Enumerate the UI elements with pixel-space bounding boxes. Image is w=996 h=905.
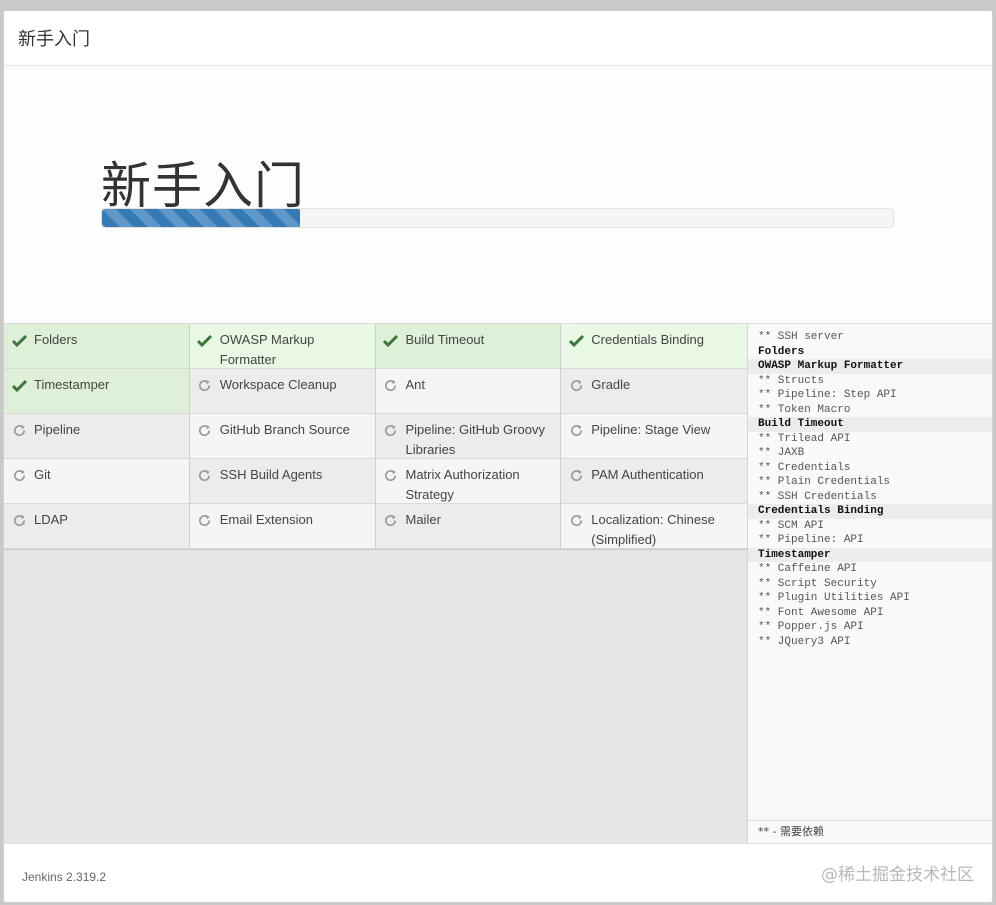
plugin-item: Pipeline: GitHub Groovy Libraries [375,414,562,459]
plugin-item: Mailer [375,504,562,549]
plugin-name: Email Extension [219,512,313,527]
plugin-name: Pipeline [34,422,81,437]
log-plugin-heading: Credentials Binding [748,504,992,519]
log-plugin-heading: OWASP Markup Formatter [748,359,992,374]
plugin-item: Timestamper [4,369,190,414]
log-dependency-line: ** Structs [758,374,825,387]
log-dependency-line: ** SCM API [758,519,825,532]
plugin-item: Pipeline: Stage View [561,414,747,459]
log-dependency-line: ** Script Security [758,577,877,590]
plugin-item: Pipeline [4,414,190,459]
check-icon [10,376,28,394]
watermark: @稀土掘金技术社区 [821,865,974,885]
refresh-icon [567,511,585,529]
plugin-item: GitHub Branch Source [189,414,376,459]
check-icon [382,331,400,349]
refresh-icon [196,376,214,394]
log-plugin-heading: Build Timeout [748,417,992,432]
plugin-name: Build Timeout [405,332,485,347]
plugin-name: GitHub Branch Source [219,422,350,437]
refresh-icon [196,466,214,484]
refresh-icon [10,466,28,484]
plugin-name: Localization: Chinese (Simplified) [591,512,715,547]
refresh-icon [382,466,400,484]
plugin-item: LDAP [4,504,190,549]
log-dependency-line: ** SSH Credentials [758,490,877,503]
log-dependency-line: ** Caffeine API [758,563,858,575]
refresh-icon [382,511,400,529]
plugin-name: Ant [405,377,426,392]
log-dependency-line: ** Token Macro [758,403,851,416]
refresh-icon [10,421,28,439]
log-dependency-line: ** Plugin Utilities API [758,592,910,604]
plugin-name: Gradle [591,377,631,392]
log-dependency-line: ** Credentials [758,461,851,474]
log-dependency-line: ** Pipeline: API [758,534,864,546]
plugin-item: Workspace Cleanup [189,369,376,414]
plugin-name: Pipeline: Stage View [591,422,711,437]
check-icon [567,331,585,349]
plugin-name: LDAP [34,512,68,527]
plugin-item: SSH Build Agents [189,459,376,504]
plugin-name: Mailer [405,512,441,527]
refresh-icon [196,511,214,529]
plugin-grid: Folders OWASP Markup Formatter Build Timeo… [4,324,747,843]
refresh-icon [382,376,400,394]
refresh-icon [567,421,585,439]
plugin-name: PAM Authentication [591,467,704,482]
check-icon [196,331,214,349]
jenkins-version: Jenkins 2.319.2 [22,870,107,884]
plugin-item: PAM Authentication [561,459,747,504]
refresh-icon [196,421,214,439]
check-icon [10,331,28,349]
plugin-item: OWASP Markup Formatter [189,324,376,369]
install-log-panel[interactable]: ** SSH server Folders OWASP Markup Formatt… [747,324,992,843]
install-progress-bar [101,208,894,228]
plugin-item: Credentials Binding [561,324,747,369]
install-content: Folders OWASP Markup Formatter Build Timeo… [4,324,992,843]
plugin-item: Git [4,459,190,504]
log-dependency-line: ** Font Awesome API [758,606,884,619]
log-dependency-line: ** Popper.js API [758,621,864,633]
plugin-name: SSH Build Agents [219,467,323,482]
plugin-name: Git [34,467,51,482]
log-dependency-line: ** Trilead API [758,432,851,445]
plugin-name: Timestamper [34,377,110,392]
plugin-name: Credentials Binding [591,332,704,347]
plugin-name: Pipeline: GitHub Groovy Libraries [405,422,545,457]
log-dependency-line: ** JAXB [758,447,805,459]
refresh-icon [567,376,585,394]
log-dependency-line: ** Plain Credentials [758,476,891,488]
plugin-item: Matrix Authorization Strategy [375,459,562,504]
plugin-item: Build Timeout [375,324,562,369]
log-dependency-line: ** SSH server [758,331,844,343]
refresh-icon [567,466,585,484]
plugin-item: Ant [375,369,562,414]
plugin-name: Matrix Authorization Strategy [405,467,520,502]
dialog-header: 新手入门 [4,11,992,66]
refresh-icon [10,511,28,529]
log-dependency-line: ** Pipeline: Step API [758,389,897,401]
log-plugin-heading: Folders [758,345,805,358]
setup-wizard-dialog: 新手入门 新手入门 Folders OWASP Markup Formatter B… [3,10,993,903]
plugin-name: OWASP Markup Formatter [219,332,315,367]
hero-panel: 新手入门 [4,66,992,324]
log-legend: ** - 需要依赖 [748,820,992,843]
plugin-item: Localization: Chinese (Simplified) [561,504,747,549]
dialog-title: 新手入门 [18,29,90,50]
plugin-name: Workspace Cleanup [219,377,337,392]
dialog-footer: Jenkins 2.319.2 @稀土掘金技术社区 [4,843,992,902]
plugin-name: Folders [34,332,78,347]
log-dependency-line: ** JQuery3 API [758,635,851,648]
plugin-item: Gradle [561,369,747,414]
log-plugin-heading: Timestamper [748,547,992,562]
plugin-item: Email Extension [189,504,376,549]
install-progress-fill [102,209,300,227]
refresh-icon [382,421,400,439]
plugin-item: Folders [4,324,190,369]
